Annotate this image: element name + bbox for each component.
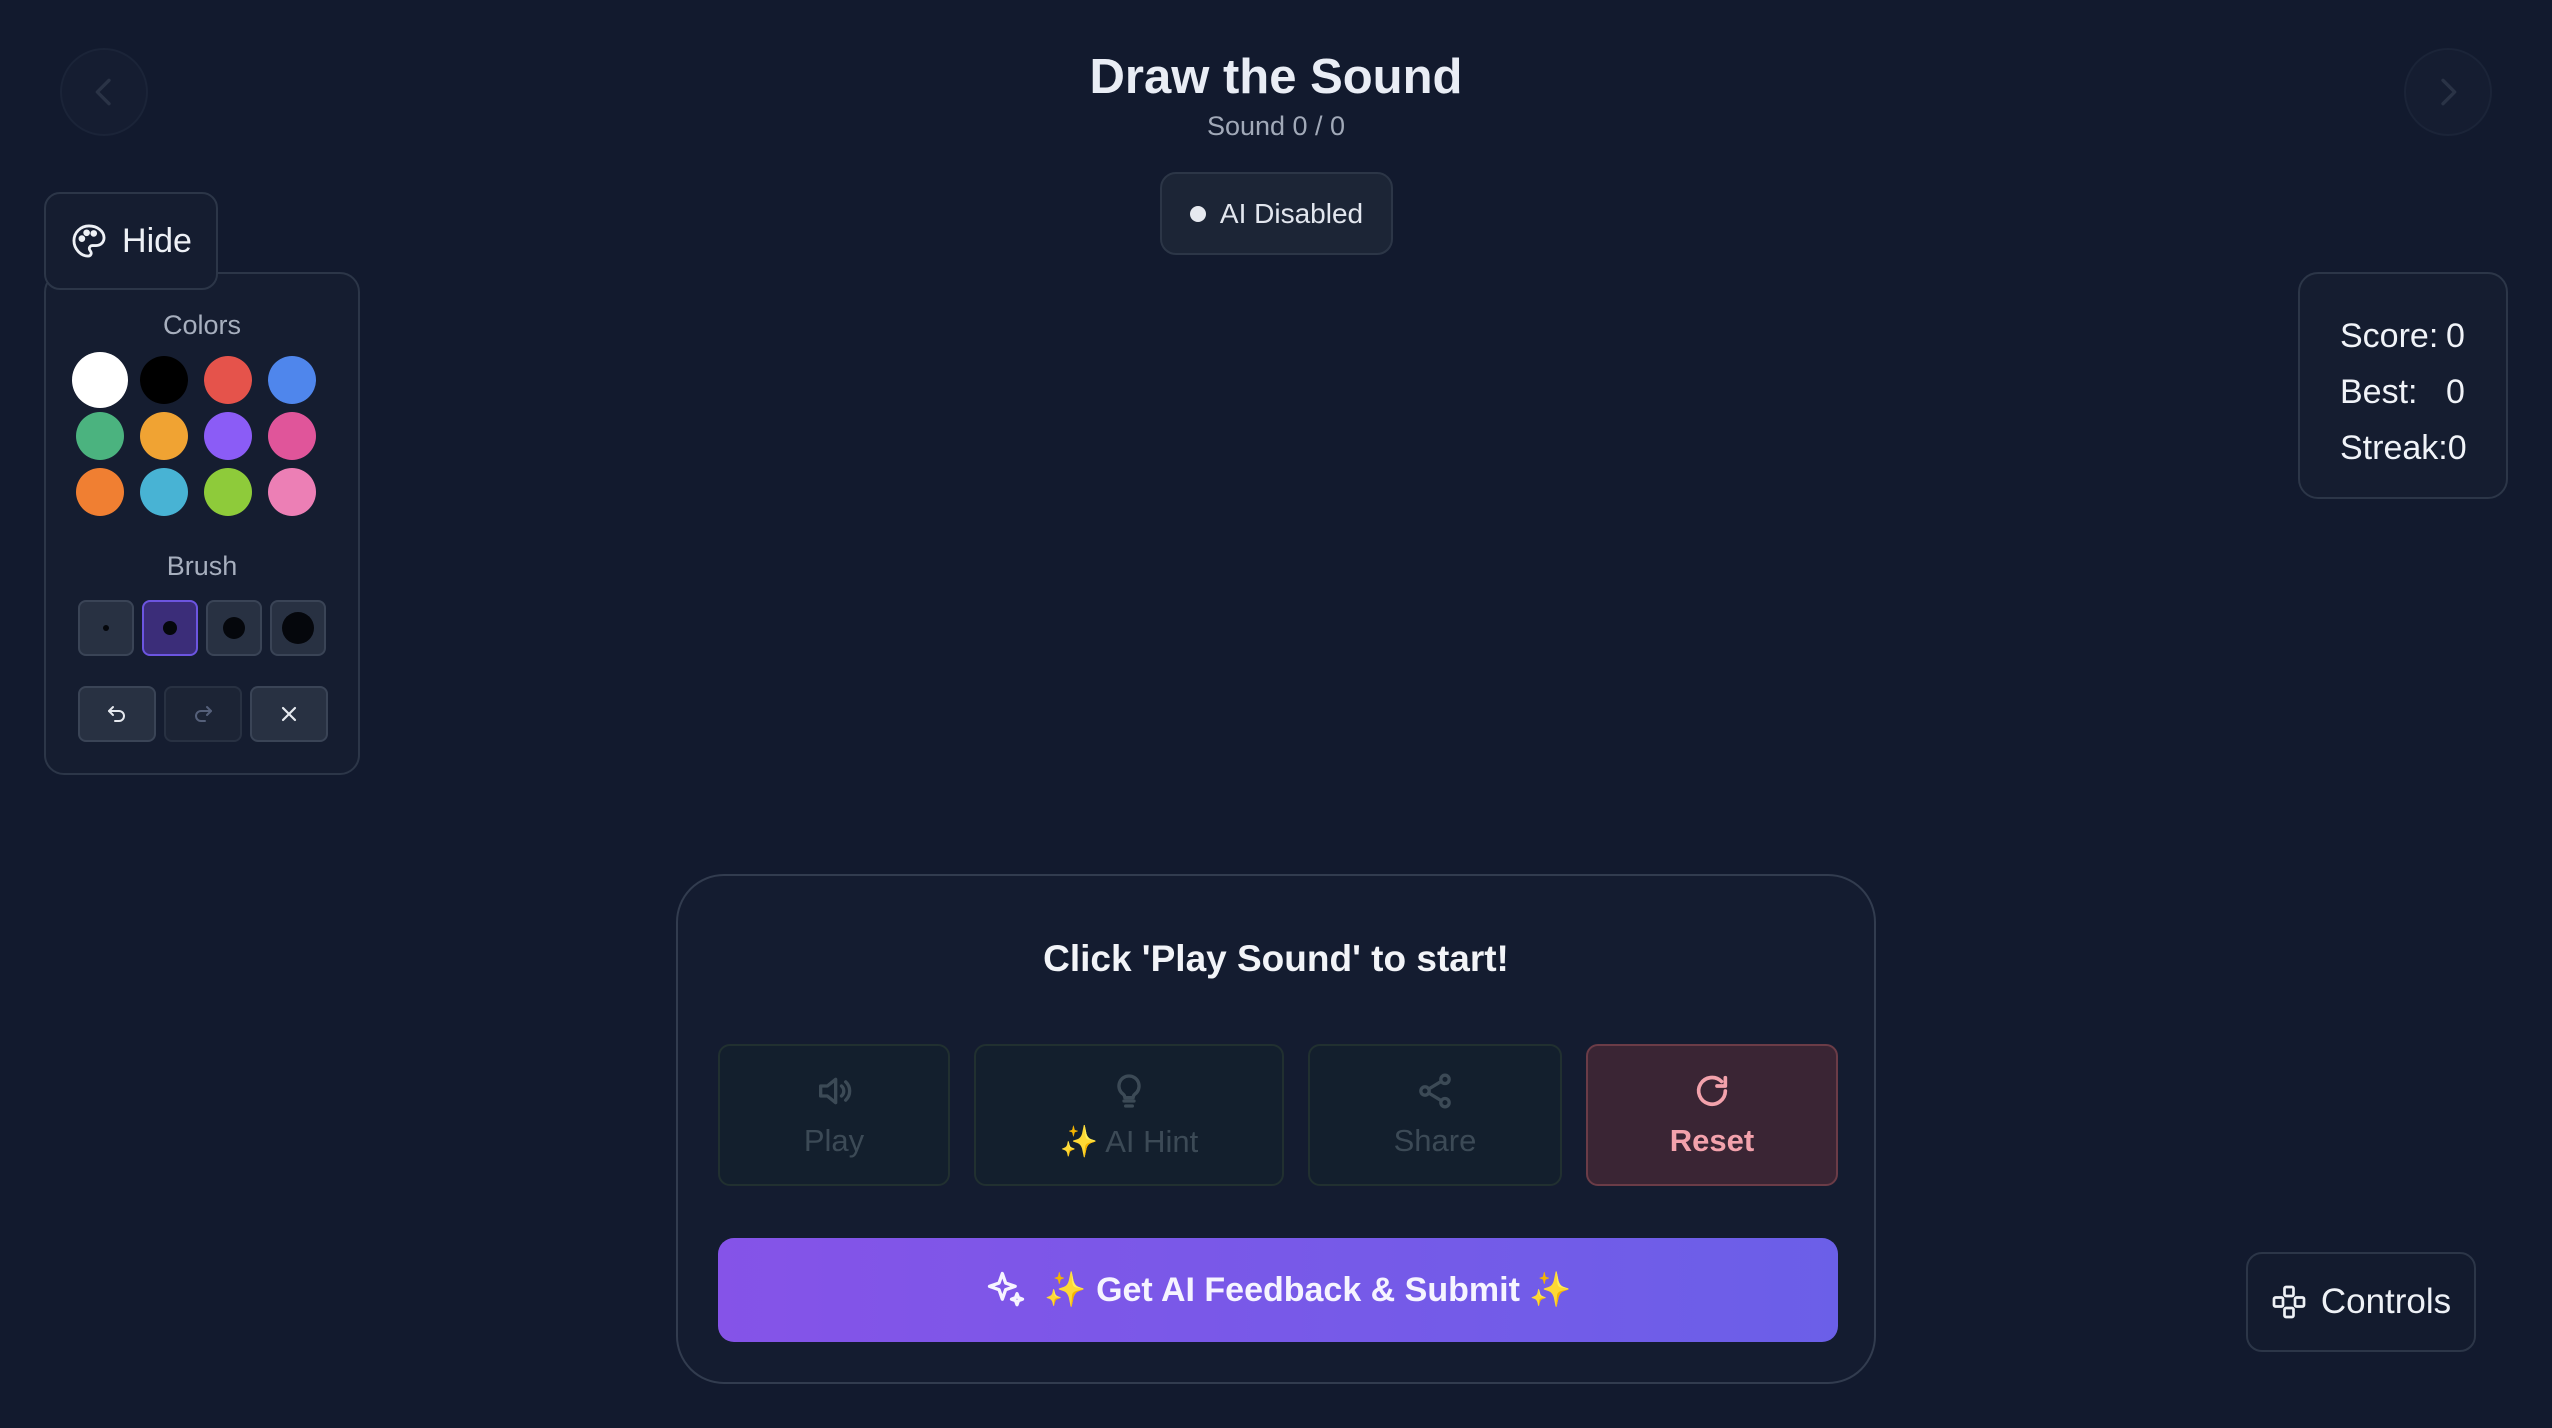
play-sound-button[interactable]: Play — [718, 1044, 950, 1186]
share-button[interactable]: Share — [1308, 1044, 1562, 1186]
score-row: Score: 0 — [2340, 308, 2506, 364]
reset-label: Reset — [1669, 1123, 1755, 1158]
sound-counter: Sound 0 / 0 — [1206, 111, 1346, 141]
color-swatch-9[interactable] — [76, 468, 124, 516]
brush-size-sm[interactable] — [142, 600, 198, 656]
best-value: 0 — [2446, 372, 2465, 411]
best-label: Best: — [2340, 372, 2418, 411]
brush-heading: Brush — [166, 551, 238, 581]
color-swatch-6[interactable] — [140, 412, 188, 460]
redo-icon — [195, 706, 212, 722]
color-swatch-4[interactable] — [268, 356, 316, 404]
instruction-text: Click 'Play Sound' to start! — [1043, 938, 1509, 979]
color-swatch-5[interactable] — [76, 412, 124, 460]
score-card: Score: 0 Best: 0 Streak: 0 — [2298, 272, 2508, 499]
page-title: Draw the Sound — [1089, 50, 1463, 104]
color-swatch-11[interactable] — [204, 468, 252, 516]
color-swatch-1[interactable] — [72, 352, 128, 408]
undo-icon — [108, 706, 125, 722]
share-label: Share — [1393, 1123, 1477, 1158]
brush-size-picker — [78, 600, 326, 656]
undo-button[interactable] — [78, 686, 156, 742]
streak-row: Streak: 0 — [2340, 420, 2506, 476]
clear-canvas-button[interactable] — [250, 686, 328, 742]
speaker-icon — [819, 1077, 852, 1105]
color-palette — [72, 352, 316, 516]
brush-size-md[interactable] — [206, 600, 262, 656]
color-swatch-2[interactable] — [140, 356, 188, 404]
score-value: 0 — [2446, 316, 2465, 355]
header: Draw the Sound Sound 0 / 0 — [0, 44, 2552, 142]
gamepad-icon — [2272, 1285, 2306, 1319]
redo-button[interactable] — [164, 686, 242, 742]
color-swatch-10[interactable] — [140, 468, 188, 516]
color-swatch-7[interactable] — [204, 412, 252, 460]
controls-label: Controls — [2320, 1282, 2452, 1321]
reset-button[interactable]: Reset — [1586, 1044, 1838, 1186]
status-dot-icon — [1189, 205, 1206, 222]
refresh-icon — [1696, 1075, 1728, 1107]
color-swatch-12[interactable] — [268, 468, 316, 516]
hide-tools-label: Hide — [122, 221, 192, 260]
streak-value: 0 — [2447, 428, 2467, 467]
colors-heading: Colors — [162, 310, 242, 340]
lightbulb-icon — [1117, 1073, 1141, 1108]
share-icon — [1419, 1073, 1451, 1109]
best-row: Best: 0 — [2340, 364, 2506, 420]
play-label: Play — [803, 1123, 865, 1158]
submit-label: ✨ Get AI Feedback & Submit ✨ — [1044, 1271, 1572, 1309]
hide-tools-button[interactable]: Hide — [44, 192, 218, 290]
palette-icon — [72, 224, 106, 258]
sparkles-icon — [988, 1271, 1025, 1307]
color-swatch-3[interactable] — [204, 356, 252, 404]
ai-status-label: AI Disabled — [1219, 197, 1364, 229]
brush-size-lg[interactable] — [270, 600, 326, 656]
close-icon — [281, 706, 297, 722]
ai-hint-button[interactable]: ✨ AI Hint — [974, 1044, 1284, 1186]
edit-controls — [78, 686, 328, 742]
play-panel: Click 'Play Sound' to start! Play ✨ AI H… — [676, 874, 1876, 1384]
ai-status-badge: AI Disabled — [1160, 172, 1393, 255]
submit-ai-feedback-button[interactable]: ✨ Get AI Feedback & Submit ✨ — [718, 1238, 1838, 1342]
brush-size-xs[interactable] — [78, 600, 134, 656]
tool-panel: Colors Brush — [44, 272, 360, 775]
ai-hint-label: ✨ AI Hint — [1059, 1123, 1199, 1159]
controls-button[interactable]: Controls — [2246, 1252, 2476, 1352]
score-label: Score: — [2340, 316, 2439, 355]
color-swatch-8[interactable] — [268, 412, 316, 460]
streak-label: Streak: — [2340, 428, 2448, 467]
